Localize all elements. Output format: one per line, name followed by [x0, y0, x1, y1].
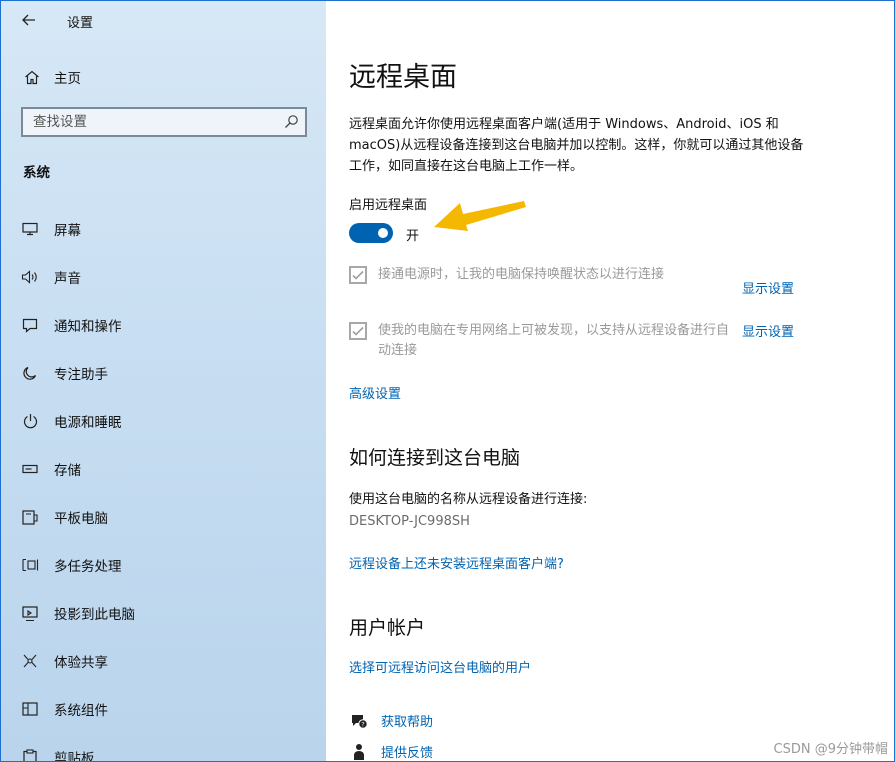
power-icon	[19, 413, 41, 429]
toggle-knob	[378, 228, 388, 238]
sidebar-item-notifications[interactable]: 通知和操作	[1, 301, 326, 349]
keep-awake-display-settings-link[interactable]: 显示设置	[742, 278, 794, 297]
sidebar-item-sound[interactable]: 声音	[1, 253, 326, 301]
sidebar-item-system-components[interactable]: 系统组件	[1, 685, 326, 733]
speaker-icon	[19, 270, 41, 284]
search-input[interactable]	[23, 109, 273, 135]
select-users-link[interactable]: 选择可远程访问这台电脑的用户	[349, 657, 531, 676]
sidebar-item-multitasking[interactable]: 多任务处理	[1, 541, 326, 589]
sidebar-item-shared-experiences[interactable]: 体验共享	[1, 637, 326, 685]
page-description: 远程桌面允许你使用远程桌面客户端(适用于 Windows、Android、iOS…	[349, 117, 804, 174]
checkmark-icon	[352, 270, 364, 280]
sidebar-item-home[interactable]: 主页	[1, 61, 326, 93]
sidebar-item-power-sleep[interactable]: 电源和睡眠	[1, 397, 326, 445]
help-chat-icon: ?	[349, 713, 369, 729]
sidebar-item-tablet[interactable]: 平板电脑	[1, 493, 326, 541]
sidebar-item-label: 通知和操作	[54, 319, 122, 335]
sidebar-item-label: 存储	[54, 463, 81, 479]
svg-text:?: ?	[361, 720, 364, 728]
page-title: 远程桌面	[349, 62, 457, 93]
annotation-arrow-icon	[434, 201, 526, 231]
feedback-icon	[349, 743, 369, 761]
discoverable-text: 使我的电脑在专用网络上可被发现，以支持从远程设备进行自动连接	[378, 323, 730, 358]
advanced-settings-link[interactable]: 高级设置	[349, 383, 401, 402]
sidebar-item-label: 屏幕	[54, 223, 81, 239]
sidebar-item-storage[interactable]: 存储	[1, 445, 326, 493]
how-to-connect-text: 使用这台电脑的名称从远程设备进行连接:	[349, 492, 588, 507]
sidebar-item-clipboard[interactable]: 剪贴板	[1, 733, 326, 762]
home-icon	[17, 70, 47, 85]
checkmark-icon	[352, 326, 364, 336]
sidebar-nav: 屏幕 声音 通知和操作 专注助手 电源和睡眠 存储 平板电脑 多任务处理 投影到…	[1, 205, 326, 762]
sidebar-item-label: 主页	[54, 71, 81, 87]
settings-window: 设置 主页 系统 屏幕 声音 通知	[0, 0, 895, 762]
search-icon[interactable]	[284, 114, 299, 133]
notification-icon	[19, 318, 41, 333]
sidebar-item-label: 系统组件	[54, 703, 108, 719]
sidebar-item-label: 体验共享	[54, 655, 108, 671]
content-pane: 远程桌面 远程桌面允许你使用远程桌面客户端(适用于 Windows、Androi…	[326, 1, 894, 761]
client-not-installed-link[interactable]: 远程设备上还未安装远程桌面客户端?	[349, 553, 564, 572]
tablet-icon	[19, 509, 41, 525]
keep-awake-checkbox[interactable]	[349, 266, 367, 284]
back-button[interactable]	[11, 6, 47, 34]
sidebar-item-label: 声音	[54, 271, 81, 287]
remote-desktop-toggle-label: 启用远程桌面	[349, 198, 428, 213]
discoverable-display-settings-link[interactable]: 显示设置	[742, 321, 794, 340]
project-icon	[19, 605, 41, 621]
get-help-row[interactable]: ? 获取帮助	[349, 711, 433, 730]
storage-icon	[19, 464, 41, 474]
share-icon	[19, 653, 41, 669]
toggle-state-text: 开	[406, 229, 420, 244]
sidebar: 设置 主页 系统 屏幕 声音 通知	[1, 1, 326, 761]
keep-awake-text: 接通电源时，让我的电脑保持唤醒状态以进行连接	[378, 267, 665, 282]
sidebar-item-label: 多任务处理	[54, 559, 122, 575]
sidebar-item-focus-assist[interactable]: 专注助手	[1, 349, 326, 397]
sidebar-titlebar: 设置	[1, 1, 326, 39]
sidebar-item-label: 专注助手	[54, 367, 108, 383]
give-feedback-row[interactable]: 提供反馈	[349, 742, 433, 761]
get-help-link[interactable]: 获取帮助	[381, 711, 433, 730]
sidebar-item-label: 平板电脑	[54, 511, 108, 527]
watermark: CSDN @9分钟带帽	[773, 742, 888, 757]
sidebar-item-label: 电源和睡眠	[54, 415, 122, 431]
search-box[interactable]	[21, 107, 307, 137]
sidebar-item-label: 剪贴板	[54, 751, 95, 762]
sidebar-item-project-to-pc[interactable]: 投影到此电脑	[1, 589, 326, 637]
sidebar-item-display[interactable]: 屏幕	[1, 205, 326, 253]
sidebar-item-label: 投影到此电脑	[54, 607, 135, 623]
back-arrow-icon	[22, 14, 35, 26]
discoverable-checkbox[interactable]	[349, 322, 367, 340]
remote-desktop-toggle[interactable]	[349, 223, 393, 243]
moon-icon	[19, 366, 41, 381]
multitask-icon	[19, 558, 41, 572]
clipboard-icon	[19, 749, 41, 761]
components-icon	[19, 702, 41, 716]
app-title: 设置	[67, 16, 94, 31]
section-label-system: 系统	[23, 165, 50, 181]
how-to-connect-heading: 如何连接到这台电脑	[349, 447, 521, 469]
user-accounts-heading: 用户帐户	[349, 617, 426, 639]
pc-name: DESKTOP-JC998SH	[349, 514, 470, 529]
display-icon	[19, 222, 41, 236]
give-feedback-link[interactable]: 提供反馈	[381, 742, 433, 761]
